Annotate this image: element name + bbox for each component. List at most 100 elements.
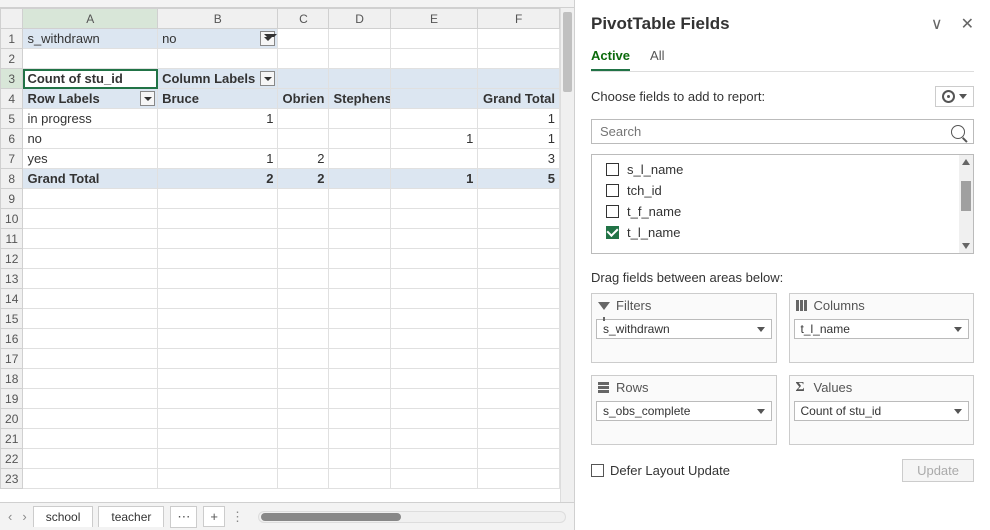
chip-columns[interactable]: t_l_name xyxy=(794,319,970,339)
col-labels-dropdown-icon[interactable] xyxy=(260,71,275,86)
cell-e16[interactable] xyxy=(390,329,478,349)
rowhdr-5[interactable]: 5 xyxy=(1,109,23,129)
cell-f11[interactable] xyxy=(478,229,560,249)
chip-values[interactable]: Count of stu_id xyxy=(794,401,970,421)
cell-a6[interactable]: no xyxy=(23,129,158,149)
cell-f13[interactable] xyxy=(478,269,560,289)
tab-next-icon[interactable]: › xyxy=(22,509,26,524)
cell-d3[interactable] xyxy=(329,69,390,89)
cell-d16[interactable] xyxy=(329,329,390,349)
cell-a17[interactable] xyxy=(23,349,158,369)
cell-a16[interactable] xyxy=(23,329,158,349)
checkbox-s_l_name[interactable] xyxy=(606,163,619,176)
cell-c15[interactable] xyxy=(278,309,329,329)
cell-d4[interactable]: Stephens xyxy=(329,89,390,109)
rowhdr-7[interactable]: 7 xyxy=(1,149,23,169)
pane-layout-button[interactable] xyxy=(935,86,974,107)
cell-e10[interactable] xyxy=(390,209,478,229)
cell-c6[interactable] xyxy=(278,129,329,149)
colhdr-a[interactable]: A xyxy=(23,9,158,29)
rowhdr-17[interactable]: 17 xyxy=(1,349,23,369)
rowhdr-9[interactable]: 9 xyxy=(1,189,23,209)
cell-f4[interactable]: Grand Total xyxy=(478,89,560,109)
rowhdr-12[interactable]: 12 xyxy=(1,249,23,269)
checkbox-t_l_name[interactable] xyxy=(606,226,619,239)
cell-a2[interactable] xyxy=(23,49,158,69)
hscroll-thumb[interactable] xyxy=(261,513,401,521)
cell-d13[interactable] xyxy=(329,269,390,289)
area-filters[interactable]: Filters s_withdrawn xyxy=(591,293,777,363)
area-values[interactable]: Σ Values Count of stu_id xyxy=(789,375,975,445)
cell-a14[interactable] xyxy=(23,289,158,309)
cell-e14[interactable] xyxy=(390,289,478,309)
cell-f22[interactable] xyxy=(478,449,560,469)
cell-c9[interactable] xyxy=(278,189,329,209)
cell-e20[interactable] xyxy=(390,409,478,429)
update-button[interactable]: Update xyxy=(902,459,974,482)
row-labels-dropdown-icon[interactable] xyxy=(140,91,155,106)
cell-b9[interactable] xyxy=(158,189,278,209)
cell-a23[interactable] xyxy=(23,469,158,489)
rowhdr-6[interactable]: 6 xyxy=(1,129,23,149)
cell-f10[interactable] xyxy=(478,209,560,229)
cell-a4[interactable]: Row Labels xyxy=(23,89,158,109)
cell-d18[interactable] xyxy=(329,369,390,389)
rowhdr-4[interactable]: 4 xyxy=(1,89,23,109)
cell-a19[interactable] xyxy=(23,389,158,409)
rowhdr-3[interactable]: 3 xyxy=(1,69,23,89)
cell-c20[interactable] xyxy=(278,409,329,429)
cell-b18[interactable] xyxy=(158,369,278,389)
colhdr-c[interactable]: C xyxy=(278,9,329,29)
field-row-t_f_name[interactable]: t_f_name xyxy=(592,201,973,222)
cell-d6[interactable] xyxy=(329,129,390,149)
area-rows[interactable]: Rows s_obs_complete xyxy=(591,375,777,445)
cell-f17[interactable] xyxy=(478,349,560,369)
cell-b23[interactable] xyxy=(158,469,278,489)
sheet-tab-teacher[interactable]: teacher xyxy=(98,506,164,527)
cell-a8[interactable]: Grand Total xyxy=(23,169,158,189)
cell-c10[interactable] xyxy=(278,209,329,229)
cell-e17[interactable] xyxy=(390,349,478,369)
cell-d7[interactable] xyxy=(329,149,390,169)
cell-e22[interactable] xyxy=(390,449,478,469)
rowhdr-2[interactable]: 2 xyxy=(1,49,23,69)
scroll-up-icon[interactable] xyxy=(962,157,970,165)
cell-c19[interactable] xyxy=(278,389,329,409)
field-row-s_l_name[interactable]: s_l_name xyxy=(592,159,973,180)
cell-d9[interactable] xyxy=(329,189,390,209)
cell-b13[interactable] xyxy=(158,269,278,289)
checkbox-t_f_name[interactable] xyxy=(606,205,619,218)
cell-a12[interactable] xyxy=(23,249,158,269)
more-sheets-icon[interactable]: ⋯ xyxy=(170,506,197,528)
cell-f9[interactable] xyxy=(478,189,560,209)
cell-a7[interactable]: yes xyxy=(23,149,158,169)
cell-c4[interactable]: Obrien xyxy=(278,89,329,109)
cell-c3[interactable] xyxy=(278,69,329,89)
vscroll-thumb[interactable] xyxy=(563,12,572,92)
checkbox-tch_id[interactable] xyxy=(606,184,619,197)
filter-dropdown-icon[interactable] xyxy=(260,31,275,46)
cell-d22[interactable] xyxy=(329,449,390,469)
cell-e7[interactable] xyxy=(390,149,478,169)
rowhdr-1[interactable]: 1 xyxy=(1,29,23,49)
scroll-down-icon[interactable] xyxy=(962,243,970,251)
cell-c7[interactable]: 2 xyxy=(278,149,329,169)
cell-f20[interactable] xyxy=(478,409,560,429)
cell-f15[interactable] xyxy=(478,309,560,329)
cell-a10[interactable] xyxy=(23,209,158,229)
cell-b16[interactable] xyxy=(158,329,278,349)
cell-e1[interactable] xyxy=(390,29,478,49)
cell-d21[interactable] xyxy=(329,429,390,449)
cell-b17[interactable] xyxy=(158,349,278,369)
cell-c21[interactable] xyxy=(278,429,329,449)
cell-a22[interactable] xyxy=(23,449,158,469)
select-all-corner[interactable] xyxy=(1,9,23,29)
add-sheet-icon[interactable]: + xyxy=(203,506,225,527)
cell-c23[interactable] xyxy=(278,469,329,489)
colhdr-e[interactable]: E xyxy=(390,9,478,29)
cell-b3[interactable]: Column Labels xyxy=(158,69,278,89)
cell-d20[interactable] xyxy=(329,409,390,429)
cell-e19[interactable] xyxy=(390,389,478,409)
cell-b5[interactable]: 1 xyxy=(158,109,278,129)
cell-f16[interactable] xyxy=(478,329,560,349)
